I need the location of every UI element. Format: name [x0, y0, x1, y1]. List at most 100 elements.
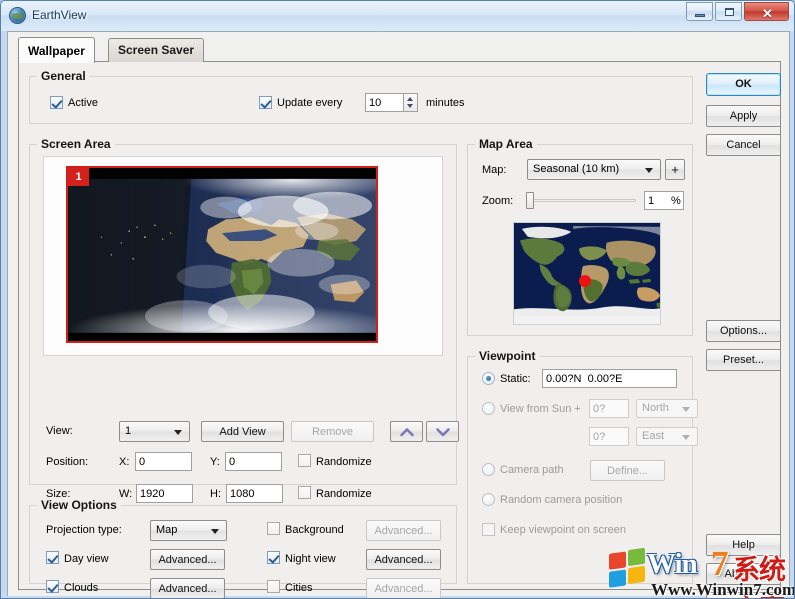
- minimize-button[interactable]: [686, 2, 713, 21]
- viewpoint-group: Viewpoint Static: View from Sun + North: [467, 349, 698, 584]
- cities-advanced-button[interactable]: Advanced...: [366, 578, 441, 598]
- viewpoint-sun-lon-direction-select[interactable]: East: [636, 427, 698, 446]
- close-button[interactable]: ✕: [744, 2, 789, 21]
- about-button[interactable]: About...: [706, 563, 781, 585]
- viewpoint-static-input[interactable]: [542, 369, 677, 388]
- update-interval-spinner[interactable]: [404, 93, 418, 112]
- position-y-input[interactable]: [225, 452, 282, 471]
- night-view-label: Night view: [285, 553, 336, 565]
- percent-label: %: [671, 195, 681, 207]
- cancel-button[interactable]: Cancel: [706, 134, 781, 156]
- earth-render-preview: [68, 168, 376, 341]
- tab-strip: Wallpaper Screen Saver: [18, 37, 781, 63]
- cities-label: Cities: [285, 582, 313, 594]
- day-view-checkbox[interactable]: [46, 551, 59, 564]
- position-x-label: X:: [119, 456, 130, 468]
- projection-type-select[interactable]: Map: [150, 520, 227, 541]
- night-view-checkbox[interactable]: [267, 551, 280, 564]
- update-interval-input[interactable]: [365, 93, 404, 112]
- viewpoint-camera-path-radio[interactable]: [482, 463, 495, 476]
- background-advanced-button[interactable]: Advanced...: [366, 520, 441, 541]
- projection-type-value: Map: [156, 524, 178, 536]
- sun-lon-direction-value: East: [642, 430, 665, 442]
- viewpoint-sun-label: View from Sun +: [500, 403, 581, 415]
- size-randomize-checkbox[interactable]: [298, 486, 311, 499]
- sun-lat-direction-value: North: [642, 402, 669, 414]
- size-width-input[interactable]: [136, 484, 193, 503]
- remove-view-button[interactable]: Remove: [291, 421, 374, 442]
- add-view-button[interactable]: Add View: [201, 421, 284, 442]
- keep-viewpoint-checkbox[interactable]: [482, 523, 495, 536]
- map-select-value: Seasonal (10 km): [533, 163, 620, 175]
- map-area-legend: Map Area: [475, 137, 537, 151]
- viewpoint-sun-lat-direction-select[interactable]: North: [636, 399, 698, 418]
- maximize-icon: [725, 8, 734, 16]
- night-view-advanced-button[interactable]: Advanced...: [366, 549, 441, 570]
- world-map-graphic: [514, 223, 660, 324]
- general-group: General Active Update every minutes: [29, 69, 693, 124]
- size-height-input[interactable]: [226, 484, 283, 503]
- active-label: Active: [68, 97, 98, 109]
- tab-wallpaper[interactable]: Wallpaper: [18, 37, 95, 63]
- chevron-up-icon: [399, 427, 414, 436]
- view-number-badge: 1: [68, 168, 89, 186]
- camera-path-define-button[interactable]: Define...: [590, 460, 665, 481]
- active-checkbox[interactable]: [50, 96, 63, 109]
- earth-globe-icon: [9, 7, 26, 24]
- viewpoint-random-camera-label: Random camera position: [500, 494, 623, 506]
- position-x-input[interactable]: [135, 452, 192, 471]
- viewpoint-sun-lon-input[interactable]: [589, 427, 629, 446]
- help-button[interactable]: Help: [706, 534, 781, 556]
- apply-button[interactable]: Apply: [706, 105, 781, 127]
- wallpaper-tab-page: General Active Update every minutes: [18, 61, 781, 598]
- move-view-down-button[interactable]: [426, 421, 459, 442]
- zoom-slider-track[interactable]: [528, 199, 636, 202]
- day-view-advanced-button[interactable]: Advanced...: [150, 549, 225, 570]
- add-map-button[interactable]: +: [665, 159, 685, 180]
- viewpoint-marker-dot: [579, 275, 591, 287]
- window-title: EarthView: [32, 8, 87, 22]
- size-h-label: H:: [210, 488, 221, 500]
- close-icon: ✕: [762, 6, 773, 21]
- view-options-legend: View Options: [37, 498, 121, 512]
- viewpoint-static-label: Static:: [500, 373, 531, 385]
- spinner-down-icon[interactable]: [407, 104, 413, 108]
- background-label: Background: [285, 524, 344, 536]
- quit-button[interactable]: Quit: [706, 592, 781, 598]
- viewpoint-static-radio[interactable]: [482, 372, 495, 385]
- map-select[interactable]: Seasonal (10 km): [527, 159, 661, 180]
- background-checkbox[interactable]: [267, 522, 280, 535]
- update-every-checkbox[interactable]: [259, 96, 272, 109]
- preset-button[interactable]: Preset...: [706, 349, 781, 371]
- spinner-up-icon[interactable]: [407, 97, 413, 101]
- view-select-value: 1: [125, 425, 132, 437]
- clouds-label: Clouds: [64, 582, 99, 594]
- minimize-icon: [695, 14, 705, 17]
- viewpoint-sun-radio[interactable]: [482, 402, 495, 415]
- cities-checkbox[interactable]: [267, 580, 280, 593]
- move-view-up-button[interactable]: [390, 421, 423, 442]
- dialog-button-column: OK Apply Cancel Options... Preset... Hel…: [706, 68, 786, 598]
- options-button[interactable]: Options...: [706, 320, 781, 342]
- viewpoint-sun-lat-input[interactable]: [589, 399, 629, 418]
- map-label: Map:: [482, 164, 507, 176]
- size-randomize-label: Randomize: [316, 488, 372, 500]
- ok-button[interactable]: OK: [706, 73, 781, 96]
- chevron-down-icon: [645, 167, 653, 173]
- tab-screen-saver[interactable]: Screen Saver: [108, 38, 205, 62]
- viewpoint-random-camera-radio[interactable]: [482, 493, 495, 506]
- world-map-thumbnail[interactable]: [513, 222, 661, 325]
- maximize-button[interactable]: [715, 2, 742, 21]
- view-label: View:: [46, 425, 73, 437]
- position-randomize-checkbox[interactable]: [298, 454, 311, 467]
- clouds-checkbox[interactable]: [46, 580, 59, 593]
- earthview-window: EarthView ✕ Wallpaper Screen Saver Gener…: [0, 0, 795, 599]
- map-area-group: Map Area Map: Seasonal (10 km) + Zoom: %: [467, 137, 693, 336]
- day-view-label: Day view: [64, 553, 109, 565]
- clouds-advanced-button[interactable]: Advanced...: [150, 578, 225, 598]
- view-select[interactable]: 1: [119, 421, 190, 442]
- screen-preview-canvas[interactable]: 1: [43, 156, 443, 356]
- wallpaper-preview-image[interactable]: 1: [66, 166, 378, 343]
- zoom-slider-thumb[interactable]: [526, 192, 534, 209]
- chevron-down-icon: [682, 434, 690, 440]
